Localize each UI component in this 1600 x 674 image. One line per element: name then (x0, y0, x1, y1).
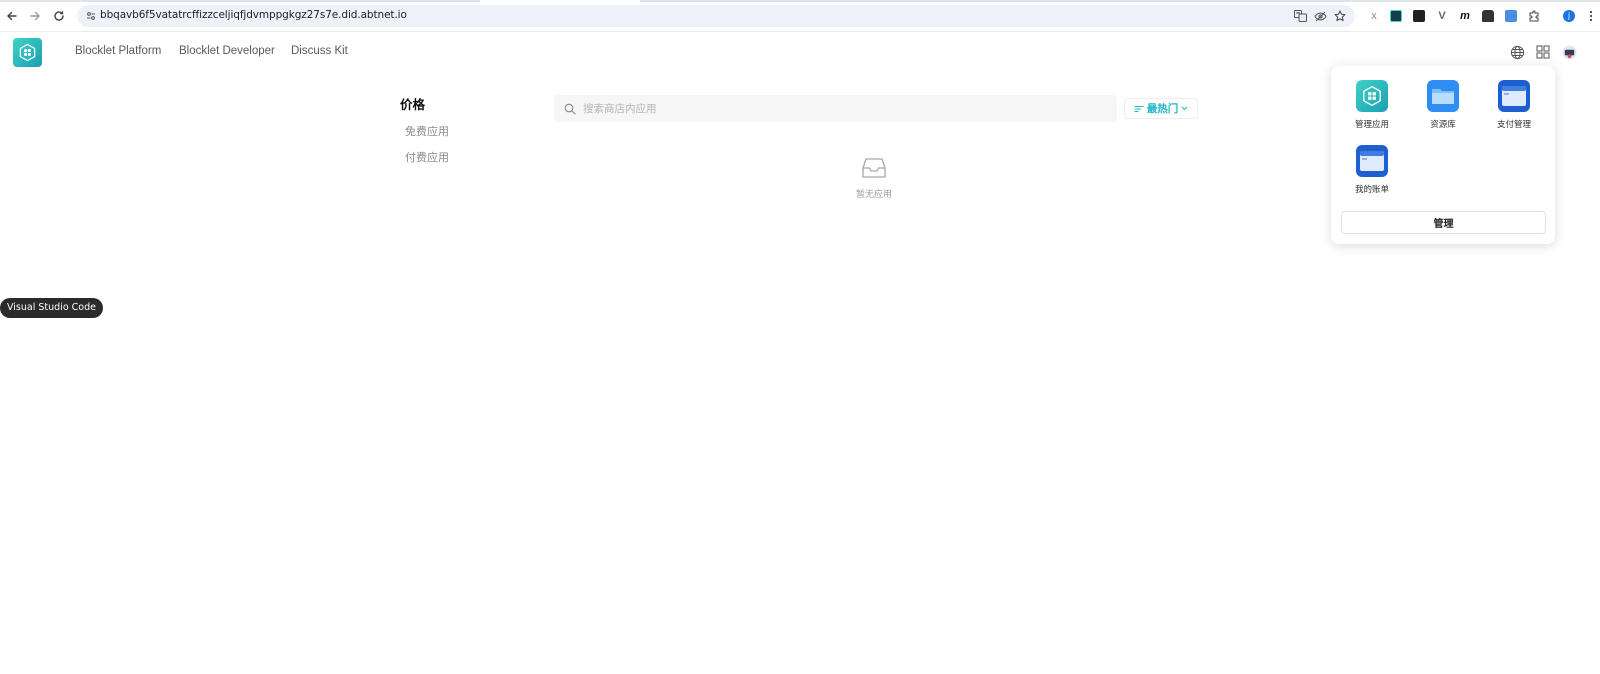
chevron-down-icon (1181, 106, 1188, 111)
app-tile-payment[interactable]: 支付管理 (1484, 80, 1544, 130)
folder-icon (1427, 80, 1459, 112)
app-tile-media-library[interactable]: 资源库 (1413, 80, 1473, 130)
puzzle-icon (1529, 10, 1539, 22)
extension-v-icon[interactable]: V (1435, 9, 1449, 23)
eye-off-icon[interactable] (1313, 9, 1327, 23)
star-icon[interactable] (1333, 9, 1347, 23)
address-url[interactable]: bbqavb6f5vatatrcffizzceljiqfjdvmppgkgz27… (100, 9, 407, 21)
app-tile-my-bills[interactable]: 我的账单 (1342, 145, 1402, 195)
browser-toolbar: bbqavb6f5vatatrcffizzceljiqfjdvmppgkgz27… (0, 0, 1600, 32)
back-button[interactable] (4, 8, 20, 24)
avatar[interactable] (1560, 43, 1578, 61)
app-tile-manage-apps[interactable]: 管理应用 (1342, 80, 1402, 130)
reload-button[interactable] (51, 8, 67, 24)
grid-icon (1536, 45, 1550, 59)
arrow-left-icon (7, 11, 17, 21)
search-input[interactable] (583, 102, 1103, 115)
nav-link-blocklet-developer[interactable]: Blocklet Developer (179, 45, 275, 57)
payment-window-icon (1498, 80, 1530, 112)
globe-icon (1510, 45, 1524, 59)
reload-icon (54, 11, 64, 21)
site-info-icon[interactable] (84, 9, 98, 23)
profile-icon: j (1563, 10, 1575, 22)
filter-item-paid[interactable]: 付费应用 (405, 149, 449, 165)
search-icon (563, 102, 576, 115)
profile-button[interactable]: j (1562, 9, 1576, 23)
browser-menu-button[interactable] (1584, 9, 1598, 23)
app-tile-label: 支付管理 (1496, 120, 1531, 130)
blocklet-app-icon (1356, 80, 1388, 112)
extension-store-icon[interactable] (1481, 9, 1495, 23)
sort-label: 最热门 (1146, 103, 1179, 115)
taskbar-tooltip: Visual Studio Code (0, 298, 103, 318)
blocklet-logo-icon (19, 43, 36, 62)
sort-dropdown[interactable]: 最热门 (1124, 98, 1198, 119)
translate-icon[interactable] (1293, 9, 1307, 23)
language-button[interactable] (1508, 43, 1526, 61)
extension-x-icon[interactable]: x (1367, 9, 1381, 23)
app-tile-label: 管理应用 (1354, 120, 1389, 130)
inbox-icon (862, 158, 886, 178)
apps-button[interactable] (1534, 43, 1552, 61)
address-bar[interactable]: bbqavb6f5vatatrcffizzceljiqfjdvmppgkgz27… (77, 5, 1355, 27)
forward-button[interactable] (27, 8, 43, 24)
window-extension-icon (1505, 10, 1517, 22)
kebab-menu-icon (1589, 10, 1593, 22)
app-tile-label: 我的账单 (1354, 185, 1389, 195)
filter-title-price: 价格 (400, 98, 426, 112)
tab-strip-line (640, 0, 1600, 2)
chart-extension-icon (1413, 10, 1425, 22)
apps-panel: 管理应用 资源库 支付管理 我的账单 管理 (1331, 66, 1555, 244)
manage-button[interactable]: 管理 (1341, 211, 1546, 234)
arrow-right-icon (30, 11, 40, 21)
sort-icon (1134, 105, 1144, 112)
tab-strip-line (0, 0, 480, 2)
nav-link-discuss-kit[interactable]: Discuss Kit (291, 45, 348, 57)
extension-m-icon[interactable]: m (1458, 9, 1472, 23)
nav-link-blocklet-platform[interactable]: Blocklet Platform (75, 45, 161, 57)
app-logo[interactable] (13, 38, 42, 67)
filter-item-free[interactable]: 免费应用 (405, 123, 449, 139)
extensions-button[interactable] (1527, 9, 1541, 23)
extension-blocklet-icon[interactable] (1389, 9, 1403, 23)
store-extension-icon (1482, 10, 1494, 22)
extension-chart-icon[interactable] (1412, 9, 1426, 23)
search-bar[interactable] (554, 95, 1117, 122)
app-tile-label: 资源库 (1430, 120, 1456, 130)
empty-state: 暂无应用 (844, 157, 904, 200)
extension-window-icon[interactable] (1504, 9, 1518, 23)
blocklet-extension-icon (1390, 10, 1402, 22)
bills-window-icon (1356, 145, 1388, 177)
empty-state-text: 暂无应用 (855, 190, 892, 200)
